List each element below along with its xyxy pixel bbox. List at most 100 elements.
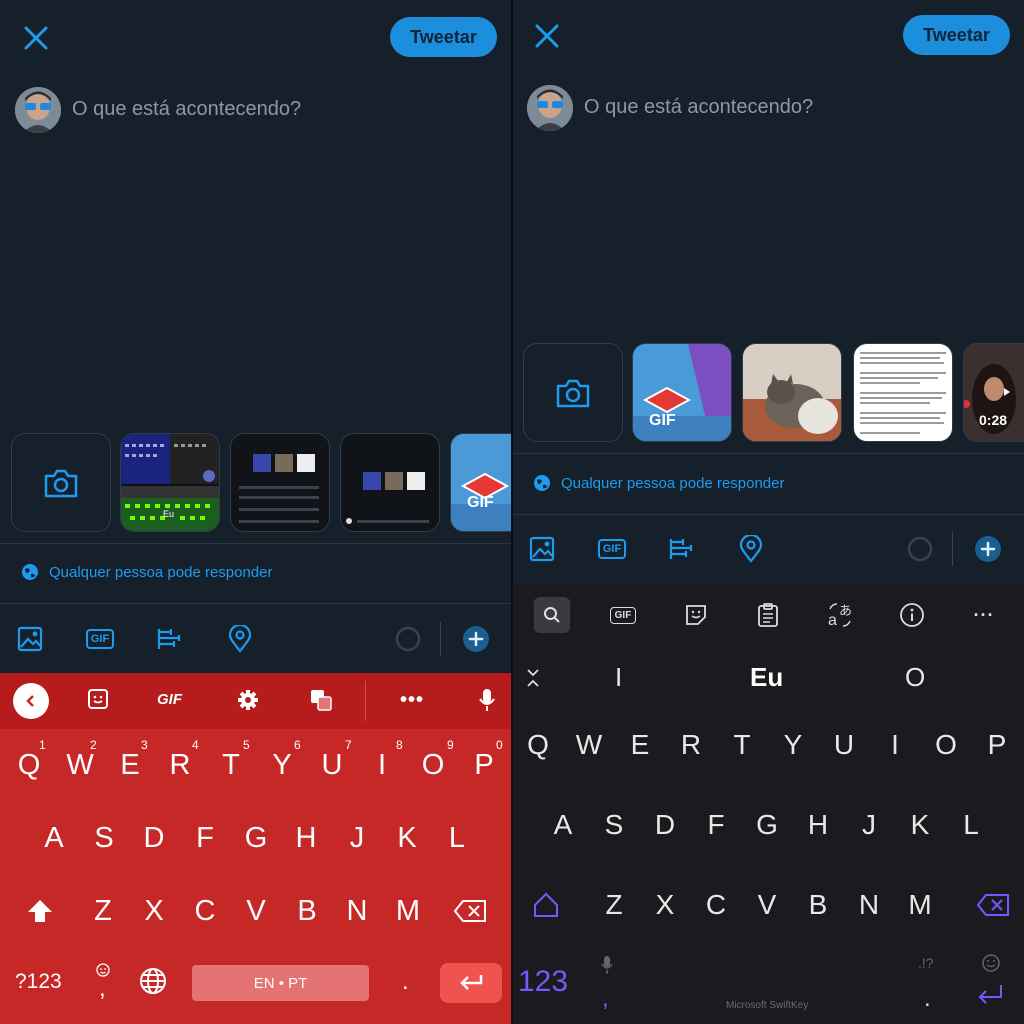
key-x[interactable]: X [129, 886, 179, 936]
key-g[interactable]: G [742, 800, 792, 850]
key-n[interactable]: N [332, 886, 382, 936]
key-c[interactable]: C [180, 886, 230, 936]
gif-key[interactable]: GIF [605, 597, 641, 633]
symbols-key[interactable]: 123 [518, 965, 568, 999]
avatar[interactable] [527, 85, 573, 131]
more-options-icon[interactable]: ··· [966, 597, 1002, 633]
key-u[interactable]: U [307, 740, 357, 790]
compose-placeholder[interactable]: O que está acontecendo? [584, 96, 813, 119]
sticker-icon[interactable] [87, 688, 109, 715]
suggestion-primary[interactable]: Eu [750, 662, 783, 693]
key-v[interactable]: V [231, 886, 281, 936]
poll-icon[interactable] [156, 625, 184, 653]
period-key[interactable]: . [924, 985, 931, 1013]
settings-gear-icon[interactable] [236, 688, 260, 717]
back-arrow-icon[interactable] [13, 683, 49, 719]
video-thumbnail[interactable]: 0:28 [963, 343, 1024, 442]
more-options-icon[interactable]: ••• [400, 689, 424, 712]
key-g[interactable]: G [231, 813, 281, 863]
media-thumbnail[interactable] [340, 433, 440, 532]
media-thumbnail[interactable]: Eu [120, 433, 220, 532]
comma-emoji-key[interactable]: , [93, 963, 113, 1003]
key-l[interactable]: L [432, 813, 482, 863]
key-r[interactable]: R [155, 740, 205, 790]
key-h[interactable]: H [793, 800, 843, 850]
space-bar-brand[interactable]: Microsoft SwiftKey [726, 1000, 808, 1011]
period-key[interactable]: . [402, 968, 409, 996]
microphone-icon[interactable] [600, 955, 614, 980]
gif-icon[interactable]: GIF [85, 625, 115, 653]
key-i[interactable]: I [357, 740, 407, 790]
key-o[interactable]: O [921, 720, 971, 770]
tweet-button[interactable]: Tweetar [903, 15, 1010, 55]
key-b[interactable]: B [793, 880, 843, 930]
gif-thumbnail[interactable]: GIF [450, 433, 511, 532]
key-z[interactable]: Z [78, 886, 128, 936]
close-icon[interactable] [533, 22, 561, 50]
add-thread-icon[interactable] [974, 535, 1002, 563]
key-c[interactable]: C [691, 880, 741, 930]
key-q[interactable]: Q [513, 720, 563, 770]
key-w[interactable]: W [55, 740, 105, 790]
globe-key[interactable] [139, 967, 167, 1000]
key-t[interactable]: T [717, 720, 767, 770]
key-m[interactable]: M [383, 886, 433, 936]
sticker-icon[interactable] [678, 597, 714, 633]
add-thread-icon[interactable] [462, 625, 490, 653]
key-a[interactable]: A [29, 813, 79, 863]
backspace-key[interactable] [968, 880, 1018, 930]
backspace-key[interactable] [445, 886, 495, 936]
key-x[interactable]: X [640, 880, 690, 930]
photo-thumbnail-cat[interactable] [742, 343, 842, 442]
enter-key[interactable] [975, 983, 1005, 1012]
comma-key[interactable]: , [602, 985, 609, 1013]
camera-tile[interactable] [523, 343, 623, 442]
symbols-key[interactable]: ?123 [15, 970, 62, 994]
key-q[interactable]: Q [4, 740, 54, 790]
key-f[interactable]: F [180, 813, 230, 863]
media-thumbnail[interactable] [230, 433, 330, 532]
key-d[interactable]: D [640, 800, 690, 850]
tweet-button[interactable]: Tweetar [390, 17, 497, 57]
key-t[interactable]: T [206, 740, 256, 790]
emoji-icon[interactable] [981, 953, 1001, 978]
screenshot-thumbnail[interactable] [853, 343, 953, 442]
location-icon[interactable] [226, 625, 254, 653]
compose-placeholder[interactable]: O que está acontecendo? [72, 98, 301, 121]
key-p[interactable]: P [459, 740, 509, 790]
key-p[interactable]: P [972, 720, 1022, 770]
key-k[interactable]: K [382, 813, 432, 863]
key-n[interactable]: N [844, 880, 894, 930]
camera-tile[interactable] [11, 433, 111, 532]
gif-thumbnail[interactable]: GIF [632, 343, 732, 442]
key-v[interactable]: V [742, 880, 792, 930]
key-o[interactable]: O [408, 740, 458, 790]
key-z[interactable]: Z [589, 880, 639, 930]
key-e[interactable]: E [615, 720, 665, 770]
space-bar[interactable]: EN • PT [192, 965, 369, 1001]
gif-icon[interactable]: GIF [597, 535, 627, 563]
info-icon[interactable] [894, 597, 930, 633]
key-i[interactable]: I [870, 720, 920, 770]
key-r[interactable]: R [666, 720, 716, 770]
key-f[interactable]: F [691, 800, 741, 850]
key-e[interactable]: E [105, 740, 155, 790]
gif-key[interactable]: GIF [157, 691, 182, 708]
key-j[interactable]: J [844, 800, 894, 850]
key-h[interactable]: H [281, 813, 331, 863]
key-l[interactable]: L [946, 800, 996, 850]
key-w[interactable]: W [564, 720, 614, 770]
reply-setting[interactable]: Qualquer pessoa pode responder [533, 474, 785, 492]
key-k[interactable]: K [895, 800, 945, 850]
enter-key[interactable] [440, 963, 502, 1003]
collapse-suggestions-icon[interactable] [525, 668, 541, 693]
shift-key[interactable] [15, 886, 65, 936]
key-y[interactable]: Y [257, 740, 307, 790]
poll-icon[interactable] [668, 535, 696, 563]
search-icon[interactable] [534, 597, 570, 633]
key-d[interactable]: D [129, 813, 179, 863]
key-y[interactable]: Y [768, 720, 818, 770]
key-s[interactable]: S [79, 813, 129, 863]
reply-setting[interactable]: Qualquer pessoa pode responder [21, 563, 273, 581]
image-icon[interactable] [16, 625, 44, 653]
